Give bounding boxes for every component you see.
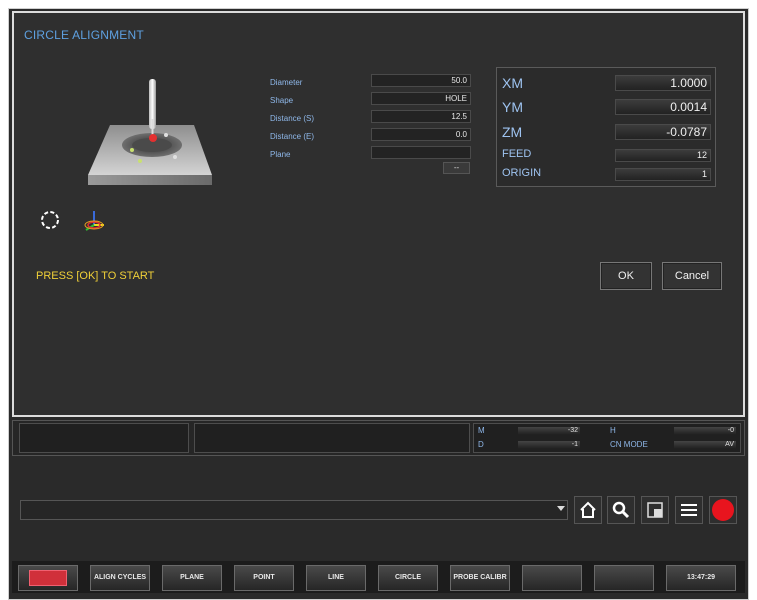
- window-icon: [647, 502, 663, 518]
- softkey-bar: ALIGN CYCLES PLANE POINT LINE CIRCLE PRO…: [12, 561, 745, 593]
- distance-e-field[interactable]: 0.0: [371, 128, 471, 141]
- param-label: Distance (S): [270, 114, 315, 123]
- softkey-line[interactable]: LINE: [306, 565, 366, 591]
- h-value: -0: [674, 427, 736, 435]
- param-label: Plane: [270, 150, 291, 159]
- page-title: CIRCLE ALIGNMENT: [24, 28, 144, 42]
- softkey-active[interactable]: [18, 565, 78, 591]
- home-icon: [580, 501, 596, 518]
- probe-illustration: [82, 75, 222, 200]
- d-label: D: [478, 440, 484, 449]
- cancel-button[interactable]: Cancel: [662, 262, 722, 290]
- cn-mode-value: AV: [674, 441, 736, 449]
- softkey-empty[interactable]: [522, 565, 582, 591]
- softkey-empty[interactable]: [594, 565, 654, 591]
- cn-mode-label: CN MODE: [610, 440, 648, 449]
- active-indicator: [29, 570, 67, 586]
- record-button[interactable]: [709, 496, 737, 524]
- readout-value: 0.0014: [615, 99, 711, 115]
- readout-label: FEED: [502, 148, 532, 160]
- shape-field[interactable]: HOLE: [371, 92, 471, 105]
- diameter-field[interactable]: 50.0: [371, 74, 471, 87]
- status-strip: M -32 D -1 H -0 CN MODE AV: [12, 420, 745, 456]
- window-frame: CIRCLE ALIGNMENT Diameter 50.0 Shape HOL…: [0, 0, 757, 600]
- readout-value: -0.0787: [615, 124, 711, 140]
- dropdown-arrow-icon[interactable]: [557, 506, 565, 511]
- circle-pattern-icon[interactable]: [38, 208, 62, 237]
- distance-s-field[interactable]: 12.5: [371, 110, 471, 123]
- search-icon: [612, 501, 630, 519]
- softkey-circle[interactable]: CIRCLE: [378, 565, 438, 591]
- readout-value: 1.0000: [615, 75, 711, 91]
- position-readout: XM 1.0000 YM 0.0014 ZM -0.0787 FEED 12 O…: [496, 67, 716, 187]
- machine-status: M -32 D -1 H -0 CN MODE AV: [473, 423, 741, 453]
- plane-field[interactable]: [371, 146, 471, 159]
- softkey-plane[interactable]: PLANE: [162, 565, 222, 591]
- readout-value: 12: [615, 149, 711, 162]
- h-label: H: [610, 426, 616, 435]
- d-value: -1: [518, 441, 580, 449]
- info-cell: [194, 423, 470, 453]
- axis-icon[interactable]: [82, 207, 106, 238]
- softkey-probe-calibr[interactable]: PROBE CALIBR: [450, 565, 510, 591]
- window-button[interactable]: [641, 496, 669, 524]
- command-input[interactable]: [20, 500, 568, 520]
- ok-button[interactable]: OK: [600, 262, 652, 290]
- softkey-point[interactable]: POINT: [234, 565, 294, 591]
- status-message: PRESS [OK] TO START: [36, 270, 155, 282]
- main-panel: CIRCLE ALIGNMENT Diameter 50.0 Shape HOL…: [12, 11, 745, 417]
- param-label: Diameter: [270, 78, 303, 87]
- readout-label: XM: [502, 75, 523, 91]
- unit-button[interactable]: --: [443, 162, 470, 174]
- search-button[interactable]: [607, 496, 635, 524]
- param-label: Shape: [270, 96, 294, 105]
- softkey-align-cycles[interactable]: ALIGN CYCLES: [90, 565, 150, 591]
- clock: 13:47:29: [666, 565, 736, 591]
- readout-label: YM: [502, 99, 523, 115]
- menu-icon: [681, 504, 697, 516]
- home-button[interactable]: [574, 496, 602, 524]
- param-label: Distance (E): [270, 132, 315, 141]
- readout-value: 1: [615, 168, 711, 181]
- readout-label: ZM: [502, 124, 523, 140]
- info-cell: [19, 423, 189, 453]
- readout-label: ORIGIN: [502, 167, 542, 179]
- menu-button[interactable]: [675, 496, 703, 524]
- record-icon: [712, 499, 734, 521]
- m-label: M: [478, 426, 485, 435]
- m-value: -32: [518, 427, 580, 435]
